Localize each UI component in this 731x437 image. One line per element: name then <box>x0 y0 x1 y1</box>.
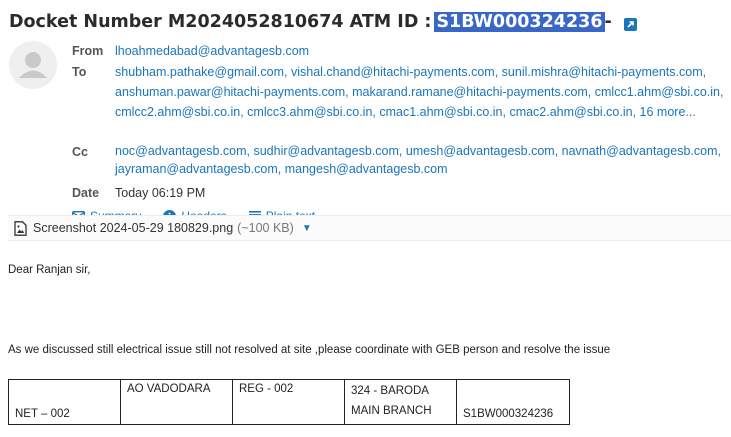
table-cell: NET – 002 <box>8 379 121 425</box>
attachment-size: (~100 KB) <box>237 221 294 235</box>
from-address[interactable]: lhoahmedabad@advantagesb.com <box>115 41 727 62</box>
table-cell: AO VADODARA <box>120 379 233 425</box>
table-row: NET – 002 AO VADODARA REG - 002 324 - BA… <box>8 379 570 425</box>
table-cell: S1BW000324236 <box>456 379 570 425</box>
subject-suffix: - <box>604 12 612 32</box>
attachment-name[interactable]: Screenshot 2024-05-29 180829.png <box>33 221 233 235</box>
email-subject: Docket Number M2024052810674 ATM ID : S1… <box>9 9 637 35</box>
to-line[interactable]: cmlcc2.ahm@sbi.co.in, cmlcc3.ahm@sbi.co.… <box>115 102 727 122</box>
sender-avatar <box>9 41 57 89</box>
table-cell: 324 - BARODA MAIN BRANCH <box>344 379 457 425</box>
attachment-item[interactable]: Screenshot 2024-05-29 180829.png (~100 K… <box>8 215 731 241</box>
date-label: Date <box>72 186 100 200</box>
message-headers: From lhoahmedabad@advantagesb.com To shu… <box>72 41 727 223</box>
to-label: To <box>72 65 87 79</box>
attachment-menu-chevron-down-icon[interactable]: ▼ <box>302 223 312 234</box>
from-label: From <box>72 44 104 58</box>
subject-text: Docket Number M2024052810674 ATM ID : <box>9 12 432 32</box>
to-line[interactable]: shubham.pathake@gmail.com, vishal.chand@… <box>115 62 727 82</box>
image-file-icon <box>14 220 27 236</box>
date-value: Today 06:19 PM <box>115 186 206 200</box>
message-text: As we discussed still electrical issue s… <box>8 344 611 356</box>
cc-recipients[interactable]: noc@advantagesb.com, sudhir@advantagesb.… <box>115 142 727 180</box>
table-cell-line: 324 - BARODA <box>351 385 429 397</box>
site-info-table: NET – 002 AO VADODARA REG - 002 324 - BA… <box>8 379 570 425</box>
subject-selected-text[interactable]: S1BW000324236 <box>434 12 605 32</box>
open-in-new-window-icon[interactable] <box>623 16 637 31</box>
to-recipients[interactable]: shubham.pathake@gmail.com, vishal.chand@… <box>115 62 727 142</box>
to-line[interactable]: anshuman.pawar@hitachi-payments.com, mak… <box>115 82 727 102</box>
greeting-text: Dear Ranjan sir, <box>8 264 91 276</box>
person-icon <box>19 52 47 78</box>
cc-label: Cc <box>72 145 88 159</box>
table-cell-line: MAIN BRANCH <box>351 405 432 417</box>
cc-line[interactable]: jayraman@advantagesb.com, mangesh@advant… <box>115 160 727 178</box>
cc-line[interactable]: noc@advantagesb.com, sudhir@advantagesb.… <box>115 142 727 160</box>
table-cell: REG - 002 <box>232 379 345 425</box>
